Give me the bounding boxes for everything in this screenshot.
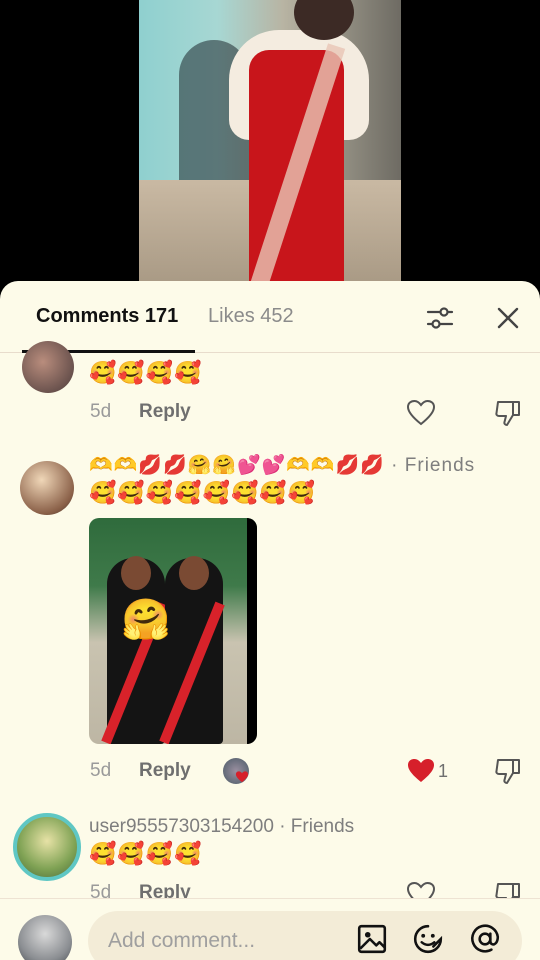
- liked-by-avatar[interactable]: [223, 758, 249, 784]
- mention-icon[interactable]: [469, 923, 501, 955]
- dislike-icon[interactable]: [493, 398, 523, 428]
- reply-button[interactable]: Reply: [139, 401, 191, 423]
- avatar[interactable]: [20, 461, 74, 515]
- photo-edge: [247, 518, 257, 744]
- comment-time: 5d: [90, 401, 112, 422]
- friends-label: · Friends: [279, 816, 355, 837]
- comments-sheet: Comments 171 Likes 452 🥰🥰🥰🥰 5d Reply 🫶🫶💋…: [0, 281, 540, 960]
- heart-icon[interactable]: [406, 756, 436, 786]
- tab-likes[interactable]: Likes 452: [208, 305, 294, 328]
- comment-input-placeholder: Add comment...: [108, 929, 256, 952]
- video-player[interactable]: [0, 0, 540, 300]
- comment-emojis: 🥰🥰🥰🥰🥰🥰🥰🥰: [89, 480, 317, 505]
- friends-label: · Friends: [391, 455, 476, 476]
- comment-time: 5d: [90, 760, 112, 781]
- comment-photo[interactable]: 🤗: [89, 518, 257, 744]
- comment-emojis: 🥰🥰🥰🥰: [89, 360, 203, 385]
- reply-button[interactable]: Reply: [139, 760, 191, 782]
- dislike-icon[interactable]: [493, 756, 523, 786]
- comment-emojis: 🥰🥰🥰🥰: [89, 841, 203, 866]
- comment-header: 🫶🫶💋💋🤗🤗💕💕🫶🫶💋💋 · Friends: [89, 453, 475, 477]
- comment-header: user95557303154200 · Friends: [89, 816, 354, 838]
- photo-person-left: [101, 556, 167, 744]
- like-count: 1: [438, 761, 449, 781]
- heart-icon[interactable]: [406, 398, 436, 428]
- username-emojis[interactable]: 🫶🫶💋💋🤗🤗💕💕🫶🫶💋💋: [89, 455, 385, 476]
- photo-sticker: 🤗: [121, 598, 171, 642]
- close-icon[interactable]: [493, 303, 523, 333]
- comment-input[interactable]: Add comment...: [88, 911, 522, 960]
- tab-bar: Comments 171 Likes 452: [0, 281, 540, 353]
- my-avatar[interactable]: [18, 915, 72, 960]
- video-frame: [139, 0, 401, 290]
- photo-person-right: [159, 556, 225, 744]
- avatar[interactable]: [22, 341, 74, 393]
- filter-icon[interactable]: [425, 303, 455, 333]
- tab-comments[interactable]: Comments 171: [36, 305, 178, 328]
- comment-username[interactable]: user95557303154200: [89, 816, 274, 837]
- heart-badge-icon: [235, 771, 249, 783]
- emoji-icon[interactable]: [412, 923, 444, 955]
- comment-input-bar: Add comment...: [0, 898, 540, 960]
- image-icon[interactable]: [356, 923, 388, 955]
- avatar[interactable]: [13, 813, 81, 881]
